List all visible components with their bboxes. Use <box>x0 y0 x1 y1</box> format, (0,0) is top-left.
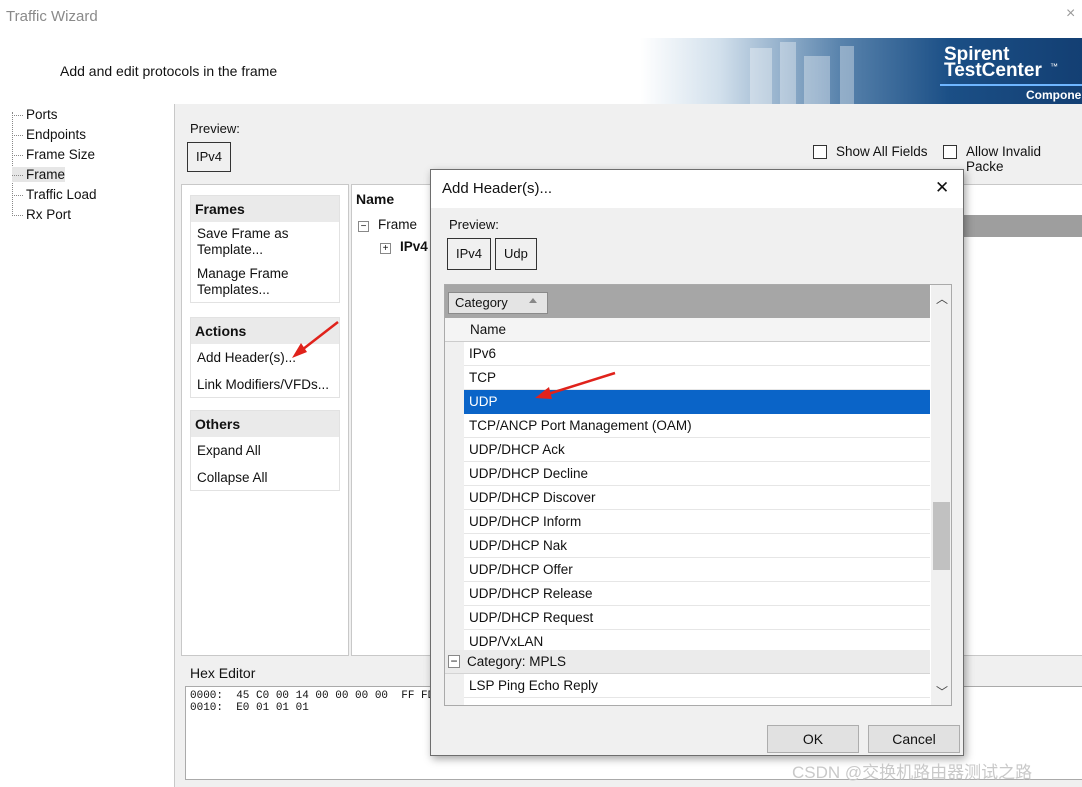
list-item-udp-dhcp-discover[interactable]: UDP/DHCP Discover <box>464 486 930 510</box>
allow-invalid-checkbox[interactable] <box>943 145 957 159</box>
list-item-udp-dhcp-ack[interactable]: UDP/DHCP Ack <box>464 438 930 462</box>
category-collapse-toggle[interactable]: − <box>448 655 460 668</box>
nav-item-ports[interactable]: Ports <box>12 107 58 122</box>
list-item-udp-selected[interactable]: UDP <box>464 390 930 414</box>
list-item-udp-dhcp-release[interactable]: UDP/DHCP Release <box>464 582 930 606</box>
nav-item-frame-size[interactable]: Frame Size <box>12 147 95 162</box>
sort-ascending-icon <box>529 298 537 303</box>
dialog-preview-label: Preview: <box>449 217 499 232</box>
ipv4-expand-toggle[interactable]: + <box>380 243 391 254</box>
name-column-header[interactable]: Name <box>445 318 930 342</box>
ok-button[interactable]: OK <box>767 725 859 753</box>
list-item-ipv6[interactable]: IPv6 <box>464 342 930 366</box>
cancel-button[interactable]: Cancel <box>868 725 960 753</box>
category-group-row-mpls[interactable]: − Category: MPLS <box>445 650 930 674</box>
tree-header-band <box>962 215 1082 237</box>
scroll-up-icon[interactable]: ︿ <box>936 290 948 307</box>
dialog-title-bar: Add Header(s)... ✕ <box>431 170 963 208</box>
banner-swoosh <box>940 84 1082 86</box>
hex-editor-label: Hex Editor <box>190 665 256 681</box>
group-by-bar: Category <box>445 285 930 318</box>
add-headers-link[interactable]: Add Header(s)... <box>191 344 339 368</box>
collapse-all-link[interactable]: Collapse All <box>191 461 339 490</box>
nav-item-endpoints[interactable]: Endpoints <box>12 127 86 142</box>
list-item-tcp-ancp[interactable]: TCP/ANCP Port Management (OAM) <box>464 414 930 438</box>
list-item-udp-dhcp-inform[interactable]: UDP/DHCP Inform <box>464 510 930 534</box>
manage-frame-templates-link[interactable]: Manage Frame Templates... <box>191 260 339 302</box>
title-bar: Traffic Wizard × <box>0 0 1082 34</box>
dialog-title: Add Header(s)... <box>442 180 553 197</box>
nav-item-traffic-load[interactable]: Traffic Load <box>12 187 97 202</box>
window-title: Traffic Wizard <box>6 8 98 25</box>
link-modifiers-link[interactable]: Link Modifiers/VFDs... <box>191 368 339 397</box>
frame-collapse-toggle[interactable]: − <box>358 221 369 232</box>
dialog-close-icon[interactable]: ✕ <box>935 179 949 196</box>
list-item-udp-dhcp-offer[interactable]: UDP/DHCP Offer <box>464 558 930 582</box>
group-by-category-chip[interactable]: Category <box>448 292 548 314</box>
list-item-lsp-ping-echo-reply[interactable]: LSP Ping Echo Reply <box>464 674 930 698</box>
actions-section: Actions Add Header(s)... Link Modifiers/… <box>190 317 340 398</box>
others-section-title: Others <box>191 411 339 437</box>
list-item-tcp[interactable]: TCP <box>464 366 930 390</box>
name-column-label: Name <box>470 322 507 337</box>
spirent-banner-logo: Spirent TestCenter ™ Compone <box>640 38 1082 104</box>
list-item-udp-dhcp-nak[interactable]: UDP/DHCP Nak <box>464 534 930 558</box>
dialog-preview-chip-ipv4[interactable]: IPv4 <box>447 238 492 270</box>
banner-component-text: Compone <box>1026 88 1082 102</box>
tree-node-frame[interactable]: Frame <box>378 217 417 232</box>
add-headers-dialog: Add Header(s)... ✕ Preview: IPv4 Udp Cat… <box>430 169 964 756</box>
watermark: CSDN @交换机路由器测试之路 <box>792 763 1033 782</box>
scroll-thumb[interactable] <box>933 502 950 570</box>
frames-section: Frames Save Frame as Template... Manage … <box>190 195 340 303</box>
allow-invalid-label: Allow Invalid Packe <box>966 144 1042 174</box>
preview-label: Preview: <box>190 121 240 136</box>
preview-chip-ipv4[interactable]: IPv4 <box>187 142 232 172</box>
list-item-udp-dhcp-decline[interactable]: UDP/DHCP Decline <box>464 462 930 486</box>
category-group-label: Category: MPLS <box>467 654 567 669</box>
banner-trademark: ™ <box>1050 62 1058 71</box>
wizard-step-tree: Ports Endpoints Frame Size Frame Traffic… <box>0 104 174 787</box>
show-all-fields-label: Show All Fields <box>836 144 928 159</box>
actions-section-title: Actions <box>191 318 339 344</box>
others-section: Others Expand All Collapse All <box>190 410 340 491</box>
header-list: Category Name IPv6 TCP UDP TCP/ANCP Port… <box>444 284 952 706</box>
banner-brand-line2: TestCenter <box>944 60 1042 81</box>
frames-section-title: Frames <box>191 196 339 222</box>
scroll-down-icon[interactable]: ﹀ <box>936 683 948 700</box>
task-pane: Frames Save Frame as Template... Manage … <box>181 184 349 656</box>
dialog-preview-chip-udp[interactable]: Udp <box>495 238 537 270</box>
tree-node-ipv4[interactable]: IPv4 <box>400 239 428 254</box>
show-all-fields-checkbox[interactable] <box>813 145 827 159</box>
save-frame-template-link[interactable]: Save Frame as Template... <box>191 222 339 260</box>
wizard-header: Add and edit protocols in the frame Spir… <box>0 34 1082 104</box>
list-item-udp-dhcp-request[interactable]: UDP/DHCP Request <box>464 606 930 630</box>
window-close-icon[interactable]: × <box>1066 6 1075 22</box>
expand-all-link[interactable]: Expand All <box>191 437 339 461</box>
nav-item-rx-port[interactable]: Rx Port <box>12 207 71 222</box>
tree-name-column-header: Name <box>356 191 395 207</box>
page-subtitle: Add and edit protocols in the frame <box>60 63 278 79</box>
nav-item-frame[interactable]: Frame <box>12 167 66 182</box>
list-scrollbar[interactable]: ︿ ﹀ <box>931 285 951 705</box>
